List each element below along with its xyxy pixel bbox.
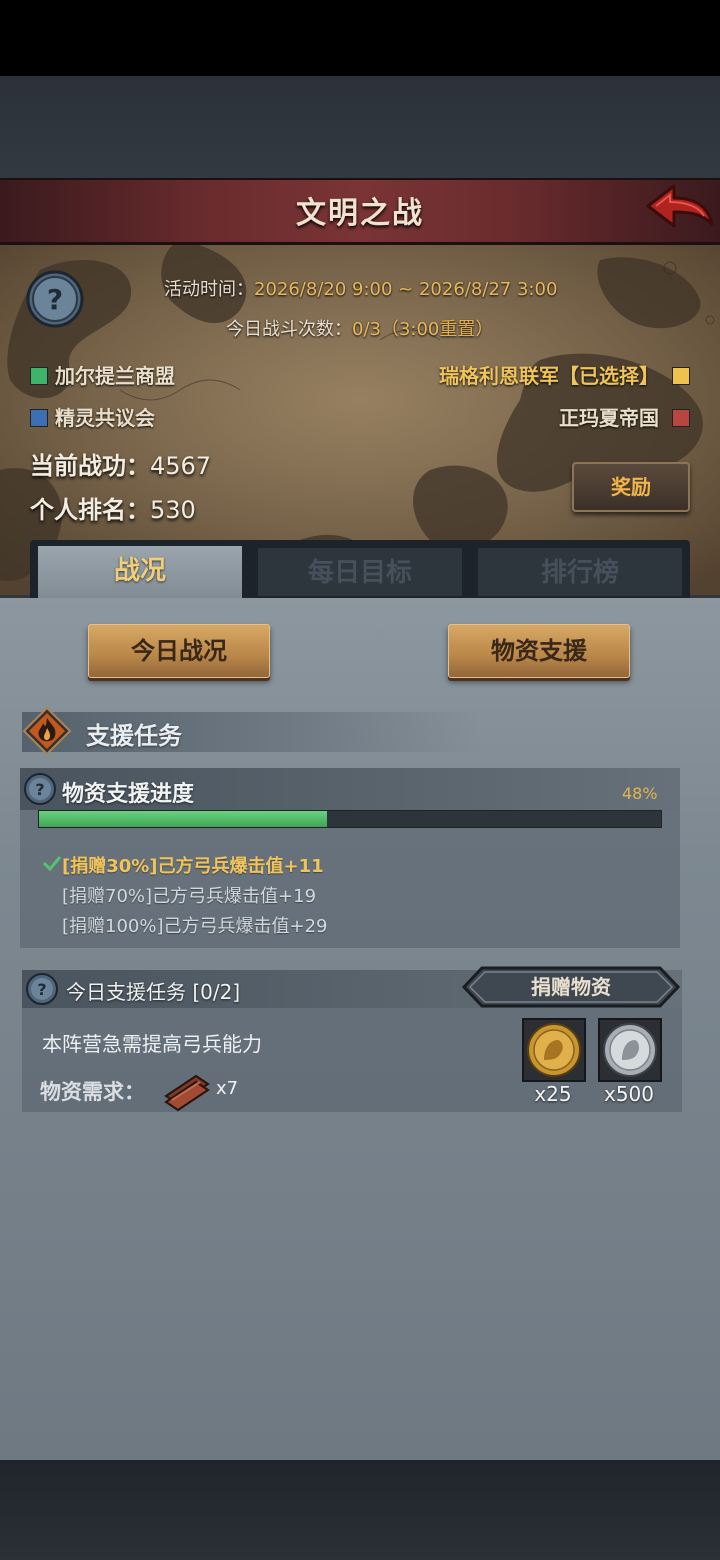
wood-plank-icon — [162, 1068, 212, 1112]
faction-color-4 — [672, 409, 690, 427]
supply-support-button[interactable]: 物资支援 — [448, 624, 630, 678]
milestone-100: [捐赠100%]己方弓兵爆击值+29 — [62, 916, 328, 937]
gold-coin-icon — [527, 1023, 581, 1077]
back-button[interactable] — [640, 180, 716, 236]
requirement-label: 物资需求： — [40, 1080, 145, 1104]
progress-help-button[interactable]: ? — [24, 773, 56, 809]
rank-label: 个人排名： — [30, 496, 150, 524]
progress-title: 物资支援进度 — [62, 782, 195, 807]
svg-text:?: ? — [35, 780, 44, 799]
silver-coin-icon — [603, 1023, 657, 1077]
wood-planks — [164, 1074, 210, 1112]
merit-value: 4567 — [150, 452, 212, 480]
checkmark — [42, 856, 62, 872]
faction-4: 正玛夏帝国 — [559, 402, 690, 431]
reward-gold-coin[interactable] — [522, 1018, 586, 1082]
back-arrow-icon — [646, 184, 714, 228]
help-button[interactable]: ? — [26, 270, 84, 328]
daily-battles-value: 0/3（3:00 — [352, 319, 440, 340]
faction-name-3: 瑞格利恩联军【已选择】 — [439, 364, 660, 388]
reward-silver-count: x500 — [603, 1082, 654, 1106]
daily-battles-label: 今日战斗次数： — [226, 319, 352, 340]
faction-1: 加尔提兰商盟 — [30, 360, 175, 389]
question-icon: ? — [24, 773, 56, 805]
status-bar — [0, 0, 720, 76]
faction-color-3 — [672, 367, 690, 385]
faction-name-2: 精灵共议会 — [54, 406, 155, 430]
milestone-30: [捐赠30%]己方弓兵爆击值+11 — [62, 856, 324, 877]
section-title: 支援任务 — [86, 722, 182, 750]
merit-label: 当前战功： — [30, 452, 150, 480]
daily-battles-reset: 重置 — [439, 319, 476, 340]
progress-percent: 48% — [622, 784, 658, 803]
daily-battles-close: ） — [475, 319, 494, 340]
personal-rank: 个人排名：530 — [30, 490, 196, 525]
svg-text:?: ? — [47, 283, 63, 316]
faction-2: 精灵共议会 — [30, 402, 155, 431]
task-help-button[interactable]: ? — [26, 973, 58, 1009]
navigation-bar — [0, 1460, 720, 1560]
task-description: 本阵营急需提高弓兵能力 — [42, 1032, 262, 1056]
svg-text:?: ? — [37, 980, 46, 999]
question-icon: ? — [26, 270, 84, 328]
check-icon — [42, 854, 62, 872]
activity-time: 活动时间：2026/8/20 9:00 ~ 2026/8/27 3:00 — [164, 275, 557, 301]
faction-name-1: 加尔提兰商盟 — [54, 364, 175, 388]
fire-emblem — [22, 706, 72, 756]
today-status-button[interactable]: 今日战况 — [88, 624, 270, 678]
fire-icon — [22, 706, 72, 756]
page-title: 文明之战 — [296, 196, 424, 231]
tab-battle-status[interactable]: 战况 — [38, 546, 242, 602]
rank-value: 530 — [150, 496, 196, 524]
daily-battles: 今日战斗次数：0/3（3:00重置） — [226, 315, 493, 341]
progress-bar — [38, 810, 662, 828]
reward-gold-count: x25 — [534, 1082, 572, 1106]
tab-daily-goals[interactable]: 每日目标 — [258, 548, 462, 596]
requirement-count: x7 — [216, 1078, 239, 1099]
question-icon: ? — [26, 973, 58, 1005]
tab-leaderboard[interactable]: 排行榜 — [478, 548, 682, 596]
activity-time-value: 2026/8/20 9:00 ~ 2026/8/27 3:00 — [254, 279, 558, 300]
milestone-70: [捐赠70%]己方弓兵爆击值+19 — [62, 886, 317, 907]
reward-button[interactable]: 奖励 — [572, 462, 690, 512]
faction-color-1 — [30, 367, 48, 385]
faction-3-selected: 瑞格利恩联军【已选择】 — [439, 360, 690, 389]
task-title: 今日支援任务 [0/2] — [66, 980, 241, 1004]
activity-time-label: 活动时间： — [164, 279, 254, 300]
donate-button-label[interactable]: 捐赠物资 — [462, 966, 680, 1008]
faction-color-2 — [30, 409, 48, 427]
faction-name-4: 正玛夏帝国 — [559, 406, 660, 430]
reward-silver-coin[interactable] — [598, 1018, 662, 1082]
current-merit: 当前战功：4567 — [30, 446, 211, 481]
progress-fill — [39, 811, 328, 827]
